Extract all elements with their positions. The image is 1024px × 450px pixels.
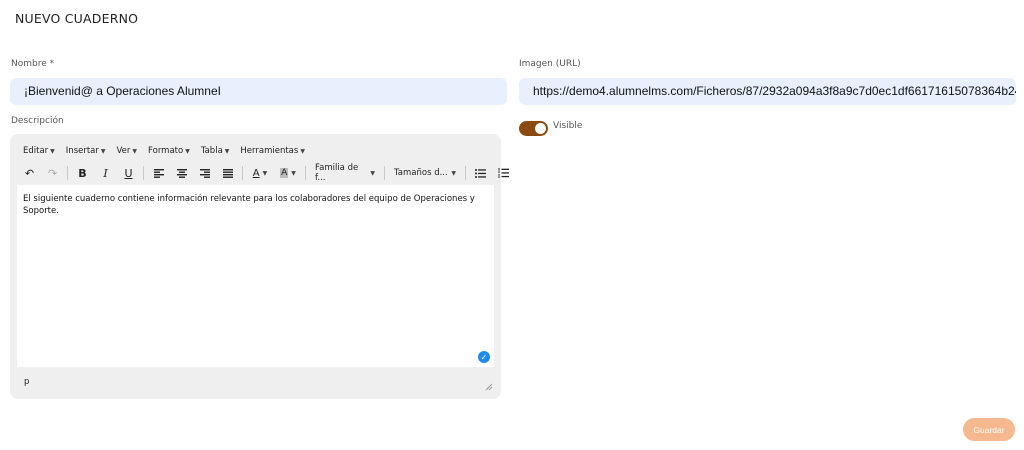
bold-button[interactable]: B [71, 163, 94, 183]
menu-insertar-label: Insertar [65, 146, 99, 156]
align-right-icon [199, 168, 210, 178]
editor-content-text[interactable]: El siguiente cuaderno contiene informaci… [23, 194, 485, 217]
undo-button[interactable]: ↶ [18, 163, 41, 183]
bold-icon: B [78, 166, 87, 180]
background-color-button[interactable]: A ▼ [274, 163, 302, 183]
descripcion-label: Descripción [11, 116, 64, 126]
menu-tabla[interactable]: Tabla ▼ [201, 144, 230, 158]
check-circle-icon: ✓ [478, 351, 490, 363]
undo-icon: ↶ [24, 166, 35, 180]
text-color-icon: A [252, 167, 260, 179]
menu-insertar[interactable]: Insertar ▼ [66, 144, 106, 158]
align-center-icon [176, 168, 187, 178]
caret-down-icon: ▼ [291, 169, 296, 177]
underline-icon: U [124, 166, 133, 180]
menu-herramientas[interactable]: Herramientas ▼ [240, 144, 305, 158]
menu-formato-label: Formato [148, 146, 184, 156]
toolbar-divider [242, 166, 243, 180]
caret-down-icon: ▼ [132, 147, 138, 155]
toggle-knob [535, 123, 546, 134]
bullet-list-icon [475, 168, 486, 178]
italic-button[interactable]: I [94, 163, 117, 183]
editor-element-path[interactable]: p [24, 377, 29, 387]
editor-toolbar: ↶ ↷ B I U A ▼ A ▼ Familia de f... ▼ Tama… [18, 163, 515, 183]
save-button[interactable]: Guardar [963, 418, 1015, 441]
toolbar-divider [67, 166, 68, 180]
menu-ver[interactable]: Ver ▼ [117, 144, 138, 158]
visible-toggle[interactable] [519, 121, 548, 136]
align-left-button[interactable] [147, 163, 170, 183]
align-center-button[interactable] [170, 163, 193, 183]
caret-down-icon: ▼ [224, 147, 230, 155]
redo-button[interactable]: ↷ [41, 163, 64, 183]
numbered-list-button[interactable] [492, 163, 515, 183]
nombre-input[interactable]: ¡Bienvenid@ a Operaciones AlumneI [10, 78, 507, 105]
menu-editar-label: Editar [23, 146, 49, 156]
imagen-url-input[interactable]: https://demo4.alumnelms.com/Ficheros/87/… [519, 78, 1016, 105]
numbered-list-icon [498, 168, 509, 178]
align-justify-button[interactable] [216, 163, 239, 183]
caret-down-icon: ▼ [185, 147, 190, 155]
align-justify-icon [222, 168, 233, 178]
caret-down-icon: ▼ [50, 147, 55, 155]
font-family-select-label: Familia de f... [315, 163, 359, 183]
align-left-icon [153, 168, 164, 178]
menu-herramientas-label: Herramientas [240, 146, 299, 156]
toolbar-divider [384, 166, 385, 180]
text-color-button[interactable]: A ▼ [246, 163, 274, 183]
bullet-list-button[interactable] [469, 163, 492, 183]
font-size-select-label: Tamaños d... [394, 168, 448, 178]
page-title: NUEVO CUADERNO [15, 11, 139, 26]
caret-down-icon: ▼ [300, 147, 305, 155]
italic-icon: I [103, 166, 108, 180]
background-color-icon: A [280, 168, 289, 178]
editor-content-area[interactable]: El siguiente cuaderno contiene informaci… [17, 185, 494, 367]
font-size-select[interactable]: Tamaños d... ▼ [388, 163, 462, 183]
redo-icon: ↷ [47, 166, 58, 180]
resize-handle-icon[interactable] [485, 383, 493, 391]
visible-toggle-label: Visible [553, 121, 583, 131]
caret-down-icon: ▼ [100, 147, 106, 155]
toolbar-divider [305, 166, 306, 180]
toolbar-divider [465, 166, 466, 180]
font-family-select[interactable]: Familia de f... ▼ [309, 163, 381, 183]
nombre-label: Nombre * [11, 59, 55, 69]
menu-editar[interactable]: Editar ▼ [23, 144, 55, 158]
underline-button[interactable]: U [117, 163, 140, 183]
caret-down-icon: ▼ [262, 169, 268, 177]
align-right-button[interactable] [193, 163, 216, 183]
editor-menubar: Editar ▼ Insertar ▼ Ver ▼ Formato ▼ Tabla ▼ H… [23, 144, 305, 158]
rich-text-editor: Editar ▼ Insertar ▼ Ver ▼ Formato ▼ Tabla ▼ H… [10, 134, 509, 399]
imagen-url-label: Imagen (URL) [519, 59, 581, 69]
toolbar-divider [143, 166, 144, 180]
menu-ver-label: Ver [116, 146, 131, 156]
menu-formato[interactable]: Formato ▼ [148, 144, 190, 158]
caret-down-icon: ▼ [370, 169, 375, 177]
menu-tabla-label: Tabla [200, 146, 223, 156]
caret-down-icon: ▼ [451, 169, 456, 177]
